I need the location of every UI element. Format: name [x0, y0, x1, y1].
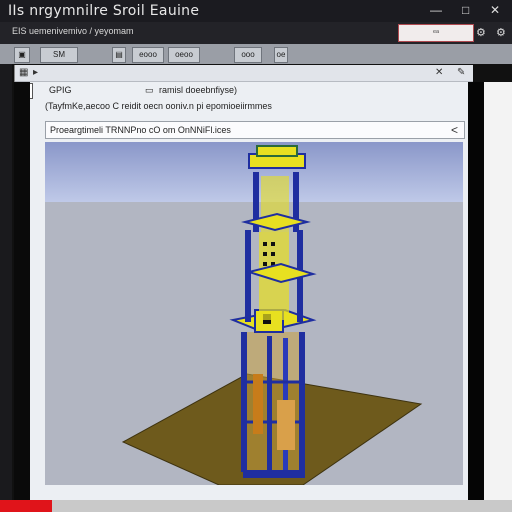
toolbar-button-7[interactable]: oe — [274, 47, 288, 63]
minimize-icon[interactable]: — — [430, 3, 442, 17]
address-input[interactable]: Proeargtimeli TRNNPno cO om OnNNiFl.ices… — [45, 121, 465, 139]
settings-icon[interactable]: ⚙ — [476, 26, 486, 39]
search-field[interactable]: ᵉᵃ — [398, 24, 474, 42]
grid-icon[interactable]: ▦ — [19, 67, 28, 78]
scene-canvas — [45, 142, 463, 485]
menu-path[interactable]: EIS uemenivemivo / yeyomam — [12, 26, 134, 36]
toolbar-button-1[interactable]: ▣ — [14, 47, 30, 63]
breadcrumb: GPIG ▭ ramisl doeebnfiyse) — [17, 83, 471, 99]
toolbar-button-4[interactable]: eooo — [132, 47, 164, 63]
menu-bar: EIS uemenivemivo / yeyomam ᵉᵃ ✕ ⚙ ⚙ — [0, 22, 512, 61]
toolbar-button-3[interactable]: ▤ — [112, 47, 126, 63]
title-bar: IIs nrgymnilre Sroil Eauine — □ ✕ — [0, 0, 512, 22]
crumb-mid: ramisl doeebnfiyse) — [159, 85, 238, 95]
toolbar: ▣ SM ▤ eooo oeoo ooo oe — [0, 44, 512, 64]
settings-alt-icon[interactable]: ⚙ — [496, 26, 506, 39]
right-scrollbar[interactable] — [468, 82, 484, 502]
close-icon[interactable]: ✕ — [490, 3, 500, 17]
3d-viewport[interactable] — [45, 142, 463, 485]
crumb-tag: ▭ — [145, 85, 154, 95]
crumb-label: GPIG — [49, 85, 72, 95]
editor-panel: ▦ ▸ ✕ ✎ GPIG ▭ ramisl doeebnfiyse) (Tayf… — [14, 65, 473, 502]
description-text: (TayfmKe,aecoo C reidit oecn ooniv.n pi … — [45, 101, 272, 111]
right-gutter — [484, 82, 512, 502]
toolbar-button-5[interactable]: oeoo — [168, 47, 200, 63]
pin-icon[interactable]: ✕ — [435, 67, 443, 78]
toolbar-button-2[interactable]: SM — [40, 47, 78, 63]
status-bar — [0, 500, 512, 512]
window-title: IIs nrgymnilre Sroil Eauine — [8, 3, 200, 19]
address-text: Proeargtimeli TRNNPno cO om OnNNiFl.ices — [50, 125, 231, 135]
left-scrollbar[interactable] — [14, 82, 30, 502]
maximize-icon[interactable]: □ — [462, 3, 469, 17]
pen-icon[interactable]: ✎ — [457, 67, 465, 78]
arrow-icon[interactable]: ▸ — [33, 67, 38, 78]
toolbar-button-6[interactable]: ooo — [234, 47, 262, 63]
back-icon[interactable]: < — [451, 122, 458, 138]
progress-indicator — [0, 500, 52, 512]
sub-toolbar: ▦ ▸ ✕ ✎ — [15, 65, 473, 82]
